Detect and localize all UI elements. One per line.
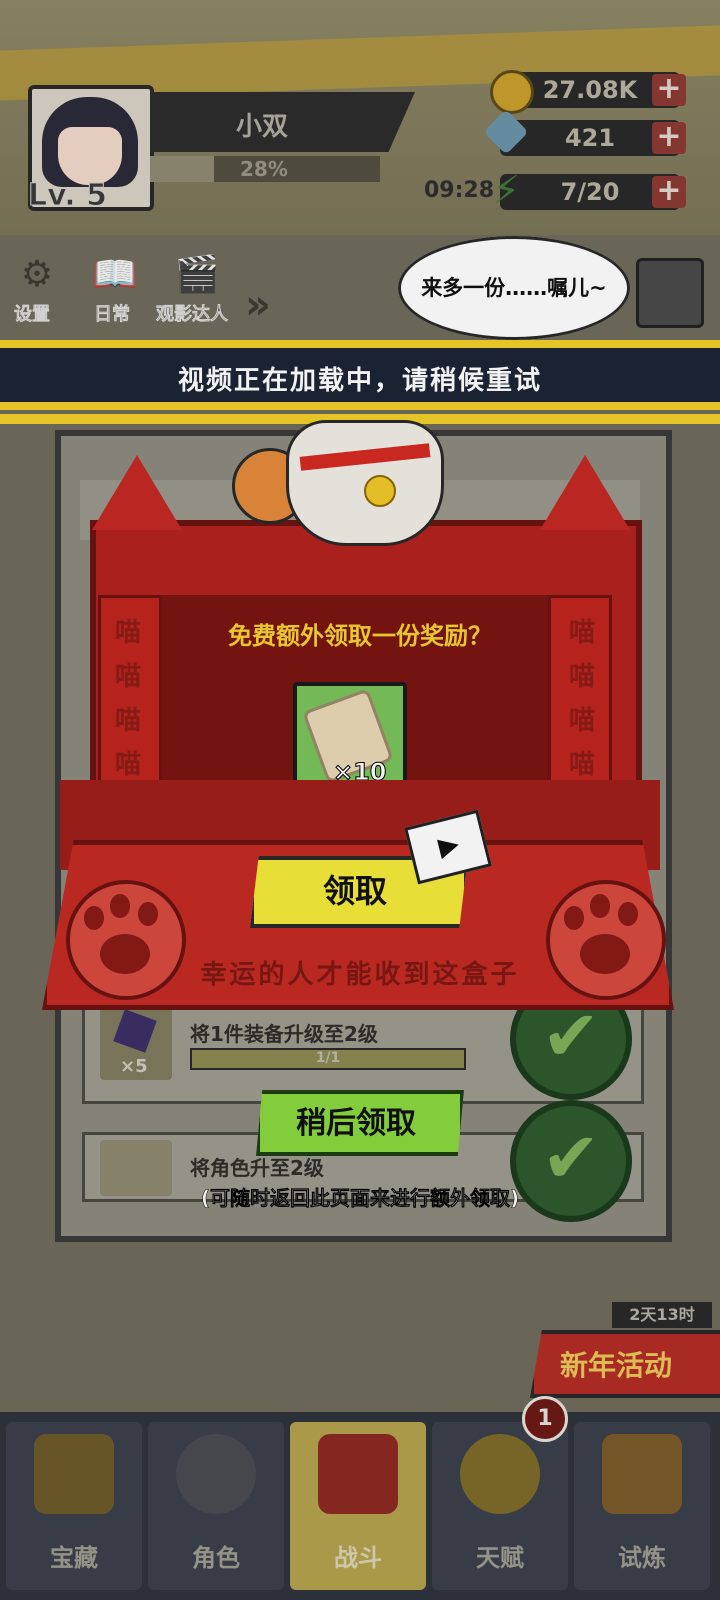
task-reward-qty: ×5	[120, 1056, 148, 1077]
lucky-box-title: 免费额外领取一份奖励？	[228, 622, 492, 650]
gift-box-icon[interactable]	[636, 258, 704, 328]
nav-trial[interactable]: 试炼	[574, 1422, 710, 1590]
task-label: 将角色升至2级	[190, 1156, 324, 1180]
add-diamond-button[interactable]: +	[652, 122, 686, 154]
add-coin-button[interactable]: +	[652, 74, 686, 106]
nav-label: 试炼	[618, 1544, 666, 1572]
lightbulb-icon	[460, 1434, 540, 1514]
banner-bottom-stripe	[0, 402, 720, 410]
speech-bubble-text: 来多一份……嘱儿~	[421, 276, 607, 300]
gear-icon[interactable]: ⚙	[12, 252, 62, 298]
energy-icon: ⚡	[492, 168, 521, 214]
box-ear-right	[540, 455, 630, 530]
nav-talent[interactable]: 天赋	[432, 1422, 568, 1590]
task-progress-text: 1/1	[315, 1050, 341, 1066]
reward-item: ×10	[293, 682, 407, 796]
chevron-right-icon[interactable]: »	[245, 282, 271, 328]
new-year-event-label[interactable]: 新年活动	[560, 1344, 672, 1384]
trial-emblem-icon	[602, 1434, 682, 1514]
loading-banner-text: 视频正在加载中，请稍候重试	[177, 366, 542, 396]
notification-badge: 1	[522, 1396, 568, 1442]
book-icon[interactable]: 📖	[90, 252, 140, 298]
paw-icon	[546, 880, 666, 1000]
meow-text: 喵	[114, 750, 141, 780]
event-timer: 2天13时	[612, 1302, 712, 1328]
meow-text: 喵	[568, 662, 595, 692]
settings-label[interactable]: 设置	[14, 300, 51, 326]
paw-coin-icon	[490, 70, 534, 114]
meow-text: 喵	[114, 618, 141, 648]
meow-text: 喵	[114, 706, 141, 736]
avatar-face	[58, 127, 122, 185]
claim-later-label[interactable]: 稍后领取	[256, 1098, 456, 1142]
exp-bar-fill	[150, 156, 214, 182]
nav-treasure[interactable]: 宝藏	[6, 1422, 142, 1590]
nav-battle[interactable]: 战斗	[290, 1422, 426, 1590]
exp-percent: 28%	[240, 157, 288, 181]
nav-label: 天赋	[476, 1544, 524, 1572]
add-energy-button[interactable]: +	[652, 176, 686, 208]
lucky-box-caption: 幸运的人才能收到这盒子	[200, 960, 520, 990]
nav-label: 战斗	[334, 1544, 382, 1572]
nav-label: 宝藏	[50, 1544, 98, 1572]
claim-later-note: (可随时返回此页面来进行额外领取)	[200, 1186, 520, 1211]
banner-top-stripe	[0, 340, 720, 348]
bell-icon	[364, 475, 396, 507]
coin-value: 27.08K	[542, 76, 638, 104]
box-ear-left	[92, 455, 182, 530]
player-name: 小双	[236, 112, 289, 142]
clapper-icon[interactable]: 🎬	[172, 252, 222, 298]
daily-label[interactable]: 日常	[94, 300, 131, 326]
treasure-chest-icon	[34, 1434, 114, 1514]
diamond-value: 421	[564, 124, 616, 152]
nav-label: 角色	[192, 1544, 240, 1572]
video-expert-label[interactable]: 观影达人	[156, 300, 229, 326]
task-label: 将1件装备升级至2级	[190, 1022, 378, 1046]
task-reward-slot: ×5	[100, 1000, 172, 1080]
gem-icon	[113, 1009, 157, 1053]
energy-value: 7/20	[560, 178, 620, 206]
meow-text: 喵	[568, 706, 595, 736]
play-icon: ▶	[435, 828, 463, 863]
swords-icon	[318, 1434, 398, 1514]
player-level: Lv. 5	[28, 178, 108, 214]
character-icon	[176, 1434, 256, 1514]
meow-text: 喵	[114, 662, 141, 692]
nav-character[interactable]: 角色	[148, 1422, 284, 1590]
energy-timer: 09:28	[424, 178, 495, 203]
meow-text: 喵	[568, 750, 595, 780]
